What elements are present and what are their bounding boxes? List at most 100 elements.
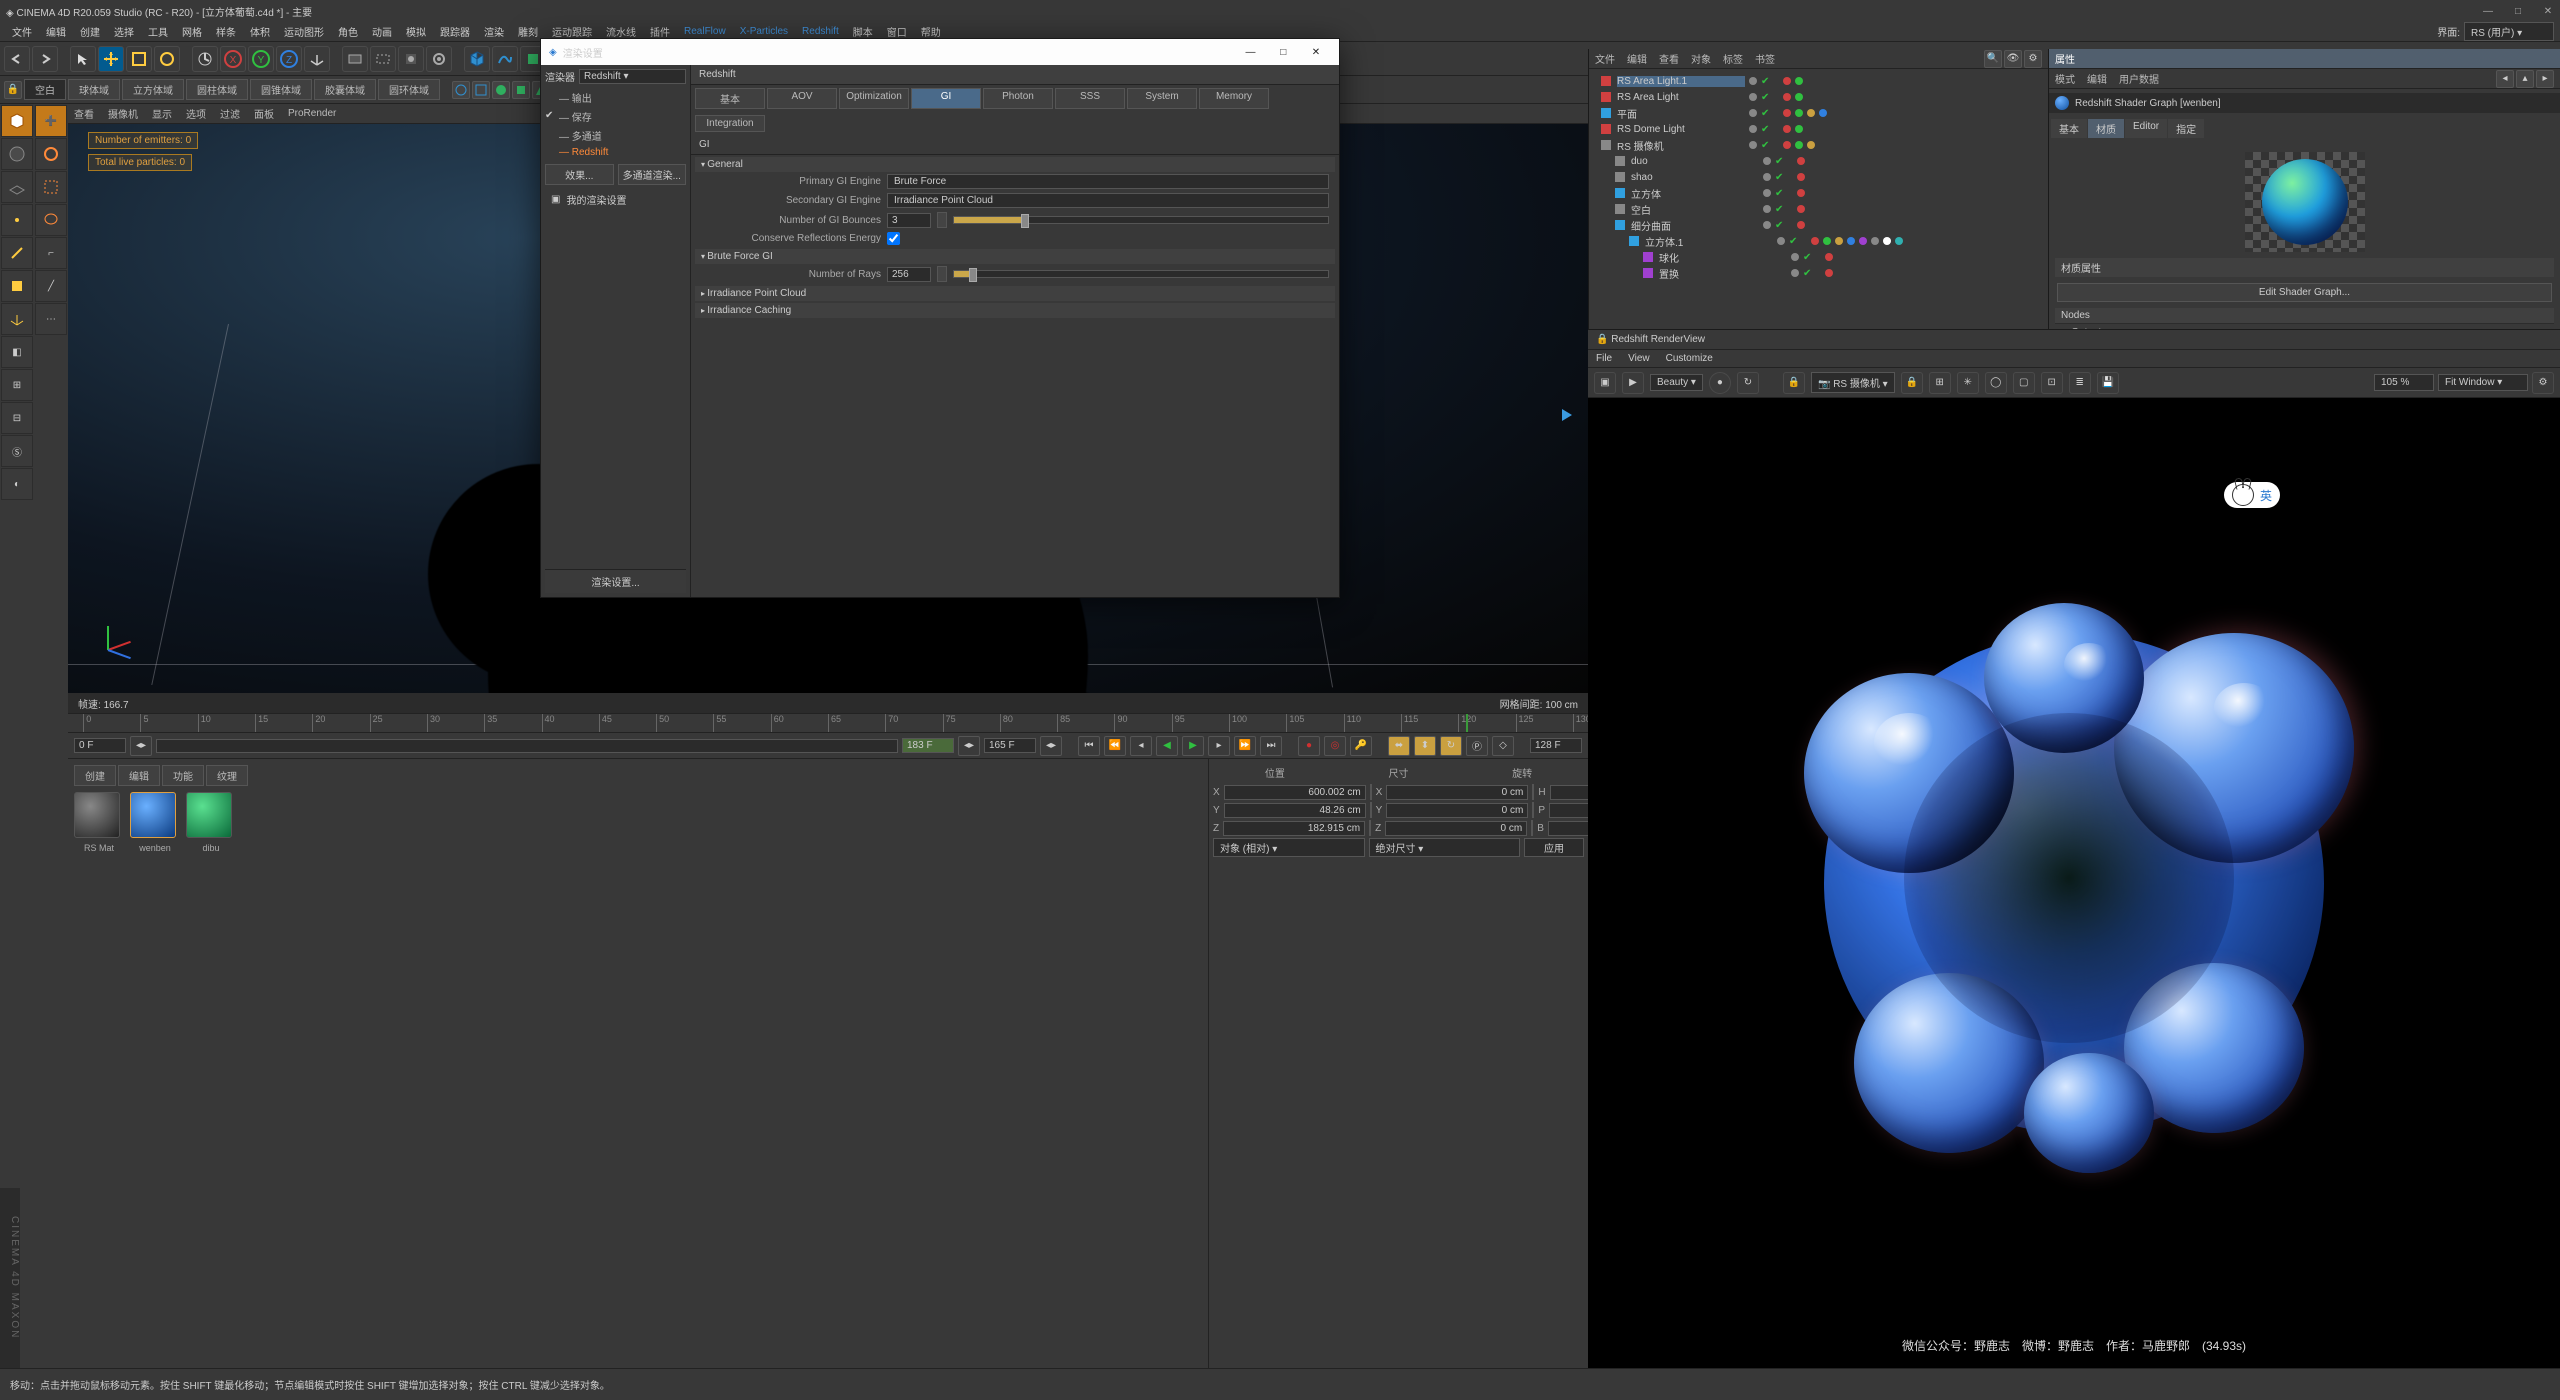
palette-tab-0[interactable]: 空白 xyxy=(24,79,66,100)
visibility-toggle[interactable]: ✔ xyxy=(1761,124,1769,135)
menu-realflow[interactable]: RealFlow xyxy=(678,24,732,39)
pi-3[interactable] xyxy=(492,81,510,99)
object-tag-icon[interactable] xyxy=(1835,237,1843,245)
rs-rays-input[interactable] xyxy=(887,267,931,282)
lt-lasso[interactable] xyxy=(35,204,67,236)
layer-dot[interactable] xyxy=(1749,109,1757,117)
tl-step-fwd[interactable]: ⏩ xyxy=(1234,736,1256,756)
lt-model-mode[interactable] xyxy=(1,105,33,137)
tl-record[interactable]: ● xyxy=(1298,736,1320,756)
edit-shader-graph-btn[interactable]: Edit Shader Graph... xyxy=(2057,283,2552,302)
render-pv-btn[interactable] xyxy=(398,46,424,72)
visibility-toggle[interactable]: ✔ xyxy=(1775,220,1783,231)
material-thumb[interactable] xyxy=(186,792,232,838)
palette-tab-3[interactable]: 圆柱体域 xyxy=(186,79,248,100)
menu-volume[interactable]: 体积 xyxy=(244,22,276,41)
palette-tab-2[interactable]: 立方体域 xyxy=(122,79,184,100)
pi-1[interactable] xyxy=(452,81,470,99)
rv-stop-btn[interactable]: ● xyxy=(1709,372,1731,394)
menu-simulate[interactable]: 模拟 xyxy=(400,22,432,41)
rv-camera-select[interactable]: 📷 RS 摄像机 ▾ xyxy=(1811,372,1895,393)
object-row[interactable]: 细分曲面✔ xyxy=(1591,217,2046,233)
lt-poly[interactable] xyxy=(1,270,33,302)
rs-effects-btn[interactable]: 效果... xyxy=(545,164,614,185)
lt-tweak[interactable] xyxy=(35,138,67,170)
rs-tab[interactable]: Photon xyxy=(983,88,1053,109)
vp-menu-panel[interactable]: 面板 xyxy=(254,106,274,121)
lt-snap[interactable]: ⊞ xyxy=(1,369,33,401)
om-menu-view[interactable]: 查看 xyxy=(1659,51,1679,66)
mat-tab-2[interactable]: 功能 xyxy=(162,765,204,786)
rv-save-icon[interactable]: 💾 xyxy=(2097,372,2119,394)
layer-dot[interactable] xyxy=(1777,237,1785,245)
layer-dot[interactable] xyxy=(1791,253,1799,261)
rs-renderer-select[interactable]: Redshift ▾ xyxy=(579,69,686,84)
object-name[interactable]: 球化 xyxy=(1659,250,1787,265)
tl-keysel[interactable]: 🔑 xyxy=(1350,736,1372,756)
vp-menu-options[interactable]: 选项 xyxy=(186,106,206,121)
tl-spin[interactable]: ◂▸ xyxy=(130,736,152,756)
menu-tracker[interactable]: 跟踪器 xyxy=(434,22,476,41)
rs-tab-integration[interactable]: Integration xyxy=(695,115,765,132)
rv-region-icon[interactable]: ◯ xyxy=(1985,372,2007,394)
object-tag-icon[interactable] xyxy=(1811,237,1819,245)
tl-goto-end[interactable]: ⏭ xyxy=(1260,736,1282,756)
coord-spin[interactable] xyxy=(1532,802,1534,818)
tl-spin2[interactable]: ◂▸ xyxy=(958,736,980,756)
object-name[interactable]: 平面 xyxy=(1617,106,1745,121)
rs-tab[interactable]: 基本 xyxy=(695,88,765,109)
rs-primary-select[interactable]: Brute Force xyxy=(887,174,1329,189)
rs-bounces-spin[interactable] xyxy=(937,212,947,228)
menu-create[interactable]: 创建 xyxy=(74,22,106,41)
om-eye-icon[interactable]: 👁 xyxy=(2004,50,2022,68)
layer-dot[interactable] xyxy=(1791,269,1799,277)
rv-menu-view[interactable]: View xyxy=(1628,353,1650,364)
lock-x[interactable]: X xyxy=(220,46,246,72)
rs-my-settings[interactable]: ▣我的渲染设置 xyxy=(545,189,686,210)
rs-multipass-btn[interactable]: 多通道渲染... xyxy=(618,164,687,185)
rs-tab[interactable]: Memory xyxy=(1199,88,1269,109)
object-tag-icon[interactable] xyxy=(1825,253,1833,261)
mat-tab-3[interactable]: 纹理 xyxy=(206,765,248,786)
visibility-toggle[interactable]: ✔ xyxy=(1761,92,1769,103)
rs-tab[interactable]: SSS xyxy=(1055,88,1125,109)
render-view-btn[interactable] xyxy=(342,46,368,72)
object-tag-icon[interactable] xyxy=(1883,237,1891,245)
tl-param[interactable]: Ⓟ xyxy=(1466,736,1488,756)
lt-edge[interactable] xyxy=(1,237,33,269)
tl-autokey[interactable]: ◎ xyxy=(1324,736,1346,756)
rs-min[interactable]: — xyxy=(1235,47,1265,58)
visibility-toggle[interactable]: ✔ xyxy=(1761,108,1769,119)
menu-file[interactable]: 文件 xyxy=(6,22,38,41)
object-name[interactable]: 空白 xyxy=(1631,202,1759,217)
palette-tab-5[interactable]: 胶囊体域 xyxy=(314,79,376,100)
tl-play-back[interactable]: ◀ xyxy=(1156,736,1178,756)
object-tag-icon[interactable] xyxy=(1895,237,1903,245)
attr-tab-3[interactable]: 指定 xyxy=(2168,119,2204,138)
lt-rect-sel[interactable] xyxy=(35,171,67,203)
rs-max[interactable]: □ xyxy=(1268,47,1298,58)
menu-animate[interactable]: 动画 xyxy=(366,22,398,41)
object-tag-icon[interactable] xyxy=(1783,141,1791,149)
palette-tab-6[interactable]: 圆环体域 xyxy=(378,79,440,100)
rs-ic-section[interactable]: Irradiance Caching xyxy=(695,303,1335,318)
object-name[interactable]: RS Dome Light xyxy=(1617,124,1745,135)
layer-dot[interactable] xyxy=(1763,189,1771,197)
coord-spin[interactable] xyxy=(1532,784,1534,800)
object-tag-icon[interactable] xyxy=(1795,77,1803,85)
om-menu-obj[interactable]: 对象 xyxy=(1691,51,1711,66)
layer-dot[interactable] xyxy=(1763,205,1771,213)
window-minimize[interactable]: — xyxy=(2482,6,2494,17)
tl-next-key[interactable]: ▸ xyxy=(1208,736,1230,756)
lt-workplane[interactable] xyxy=(1,171,33,203)
object-tag-icon[interactable] xyxy=(1783,109,1791,117)
coord-spin[interactable] xyxy=(1370,784,1372,800)
coord-pos-input[interactable] xyxy=(1223,821,1365,836)
menu-mograph[interactable]: 运动图形 xyxy=(278,22,330,41)
object-tag-icon[interactable] xyxy=(1797,205,1805,213)
rs-bounces-input[interactable] xyxy=(887,213,931,228)
attr-tab-2[interactable]: Editor xyxy=(2125,119,2167,138)
lock-y[interactable]: Y xyxy=(248,46,274,72)
coord-apply-btn[interactable]: 应用 xyxy=(1524,838,1584,857)
attr-menu-userdata[interactable]: 用户数据 xyxy=(2119,71,2159,86)
